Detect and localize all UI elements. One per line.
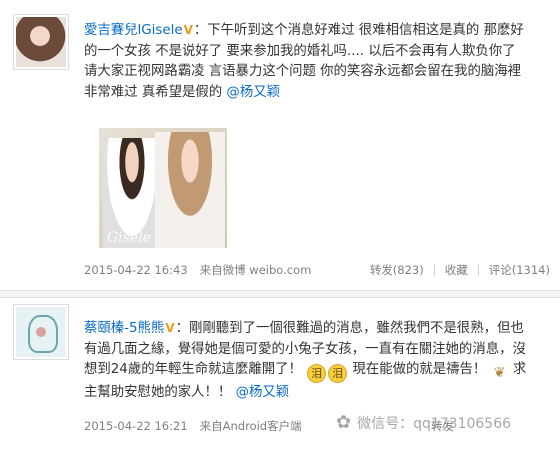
source-label: 来自微博 weibo.com: [199, 263, 312, 277]
avatar[interactable]: [13, 14, 69, 70]
watermark-text: 微信号：qq173106566: [357, 415, 512, 432]
post-text-line: 请大家正视网路霸凌 言语暴力这个问题 你的笑容永远都会留在我的脑海裡: [84, 64, 522, 79]
timestamp-link[interactable]: 2015-04-22 16:43: [84, 263, 188, 277]
post-text-line: ：剛剛聽到了一個很難過的消息，雖然我們不是很熟，但也: [175, 321, 524, 336]
post-text: 愛吉賽兒lGiseleV：下午听到这个消息好难过 很难相信相这是真的 那麽好 的…: [84, 20, 548, 103]
post-text-line: 的一个女孩 不是说好了 要来参加我的婚礼吗.... 以后不会再有人欺负你了: [84, 43, 516, 59]
photo-person-right: [155, 132, 225, 248]
post-text-line: 想到24歲的年輕生命就這麼離開了！: [84, 362, 307, 377]
wechat-watermark: ✿ 微信号：qq173106566: [336, 412, 511, 433]
post-text-line: 有過几面之緣，覺得她是個可愛的小兔子女孩，一直有在關注她的消息，沒: [84, 341, 526, 357]
post-meta: 2015-04-22 16:43 来自微博 weibo.com 转发(823) 收…: [84, 262, 550, 278]
post-text: 蔡頤榛-5熊熊V：剛剛聽到了一個很難過的消息，雖然我們不是很熟，但也 有過几面之…: [84, 318, 548, 404]
crying-emoji-icon: 泪: [307, 364, 327, 383]
verified-badge-icon: V: [165, 321, 175, 335]
verified-badge-icon: V: [183, 23, 193, 37]
post-divider: [0, 290, 560, 298]
crying-emoji-icon: 泪: [328, 364, 348, 383]
post-text-line: ：下午听到这个消息好难过 很难相信相这是真的 那麽好: [193, 23, 524, 38]
post-text-line: 主幫助安慰她的家人！！: [84, 385, 236, 400]
post-photo[interactable]: Gisele: [99, 128, 227, 248]
post-text-line: 求: [508, 362, 527, 377]
username-link[interactable]: 蔡頤榛-5熊熊: [84, 321, 164, 336]
weibo-post: 愛吉賽兒lGiseleV：下午听到这个消息好难过 很难相信相这是真的 那麽好 的…: [0, 0, 560, 290]
wechat-icon: ✿: [336, 412, 352, 433]
username-link[interactable]: 愛吉賽兒lGisele: [84, 23, 183, 38]
timestamp-link[interactable]: 2015-04-22 16:21: [84, 419, 188, 433]
photo-watermark: Gisele: [107, 230, 151, 246]
mention-link[interactable]: @杨又颖: [226, 85, 280, 100]
weibo-feed: 愛吉賽兒lGiseleV：下午听到这个消息好难过 很难相信相这是真的 那麽好 的…: [0, 0, 560, 454]
post-text-line: 非常难过 真希望是假的: [84, 84, 227, 100]
avatar[interactable]: [13, 304, 69, 360]
mention-link[interactable]: @杨又颖: [236, 385, 290, 400]
comment-button[interactable]: 评论(1314): [479, 262, 550, 278]
favorite-button[interactable]: 收藏: [435, 262, 478, 278]
pray-hands-icon: ❦: [493, 365, 506, 381]
post-text-line: 現在能做的就是禱告！: [348, 362, 491, 377]
repost-button[interactable]: 转发(823): [360, 262, 434, 278]
post-actions: 转发(823) 收藏 评论(1314): [360, 262, 550, 278]
source-label: 来自Android客户端: [199, 419, 302, 433]
